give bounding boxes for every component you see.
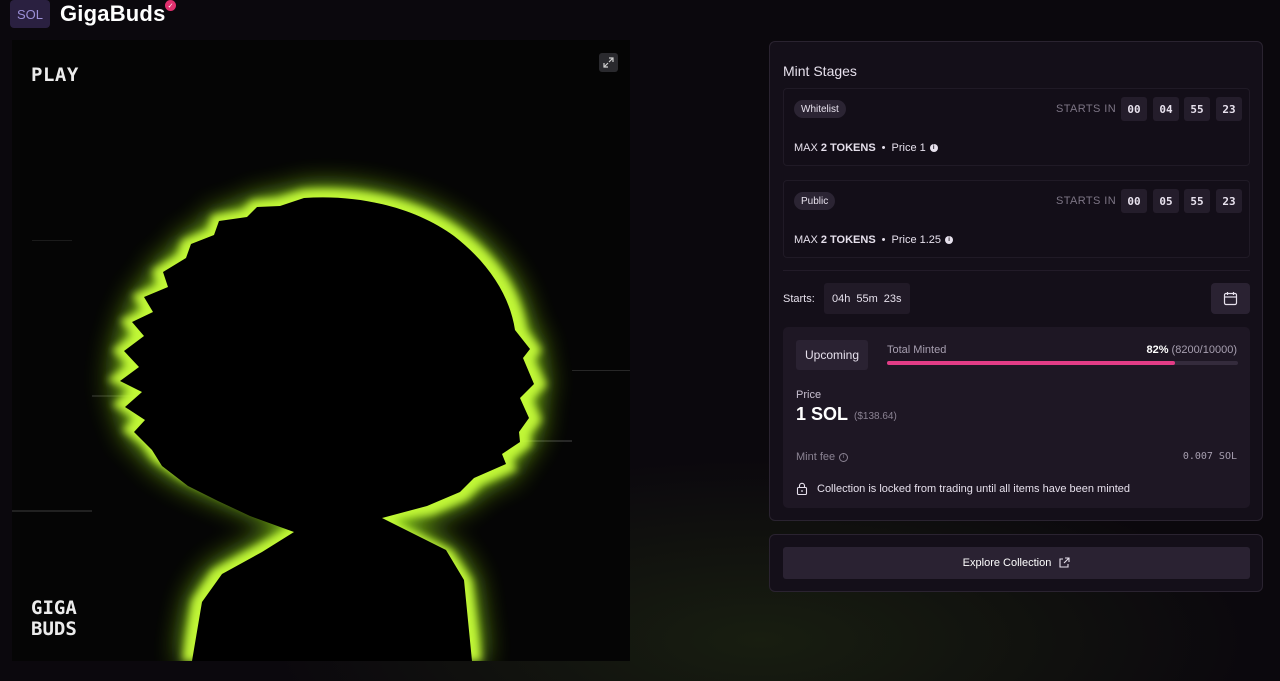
mint-fee-value: 0.007 SOL (1182, 451, 1237, 462)
explore-collection-button[interactable]: Explore Collection (783, 547, 1250, 579)
countdown-minutes: 55 (1184, 97, 1210, 121)
countdown-hours: 04 (1153, 97, 1179, 121)
status-badge: Upcoming (796, 340, 868, 370)
total-minted-label: Total Minted (887, 344, 947, 356)
starts-minutes: 55m (856, 292, 878, 305)
stage-public[interactable]: Public STARTS IN 00 05 55 23 MAX 2 TOKEN… (783, 180, 1250, 258)
info-icon[interactable]: i (945, 236, 954, 244)
artwork-image (12, 189, 630, 661)
countdown-seconds: 23 (1216, 97, 1242, 121)
info-icon[interactable]: i (839, 452, 849, 462)
minted-counts: (8200/10000) (1171, 344, 1237, 356)
countdown-seconds: 23 (1216, 189, 1242, 213)
lock-note-text: Collection is locked from trading until … (817, 482, 1131, 495)
logo-line-2: BUDS (31, 618, 77, 640)
max-prefix: MAX (794, 142, 818, 154)
max-tokens: 2 TOKENS (820, 142, 876, 154)
explore-label: Explore Collection (962, 557, 1052, 569)
lock-icon (796, 482, 808, 495)
play-label: PLAY (31, 64, 79, 86)
artwork-viewer[interactable]: PLAY GIGA BUDS (12, 40, 630, 661)
stage-whitelist[interactable]: Whitelist STARTS IN 00 04 55 23 MAX 2 TO… (783, 88, 1250, 166)
mint-panel: Mint Stages Whitelist STARTS IN 00 04 55… (769, 41, 1263, 521)
separator-dot: • (881, 142, 886, 154)
stage-price: Price 1 (891, 142, 926, 154)
starts-countdown: 04h 55m 23s (824, 283, 910, 314)
progress-fill (887, 361, 1175, 365)
progress-bar (887, 361, 1238, 365)
price-label: Price (796, 389, 822, 401)
artwork-logo: GIGA BUDS (31, 598, 77, 640)
logo-line-1: GIGA (31, 597, 77, 619)
stage-info: MAX 2 TOKENS • Price 1 i (794, 142, 938, 154)
lock-notice: Collection is locked from trading until … (796, 482, 1130, 495)
countdown-minutes: 55 (1184, 189, 1210, 213)
check-badge-icon: ✓ (165, 0, 176, 11)
header: SOL GigaBuds (10, 0, 166, 28)
calendar-button[interactable] (1211, 283, 1250, 314)
starts-in-label: STARTS IN (1056, 103, 1117, 115)
separator-dot: • (881, 234, 886, 246)
total-minted-value: 82% (8200/10000) (1146, 344, 1237, 356)
price-value: 1 SOL (796, 404, 849, 424)
price-usd: ($138.64) (854, 411, 897, 422)
max-prefix: MAX (794, 234, 818, 246)
expand-icon[interactable] (599, 53, 618, 72)
mint-fee-label: Mint fee i (796, 451, 849, 463)
explore-panel: Explore Collection (769, 534, 1263, 592)
starts-hours: 04h (832, 292, 851, 305)
starts-in-label: STARTS IN (1056, 195, 1117, 207)
stage-price: Price 1.25 (891, 234, 942, 246)
mint-stages-title: Mint Stages (783, 63, 857, 79)
minted-percent: 82% (1146, 344, 1169, 356)
countdown-days: 00 (1121, 97, 1147, 121)
countdown-days: 00 (1121, 189, 1147, 213)
external-link-icon (1059, 557, 1070, 568)
collection-title: GigaBuds (60, 1, 166, 26)
max-tokens: 2 TOKENS (820, 234, 876, 246)
stage-tag: Whitelist (794, 100, 846, 118)
mint-status-card: Upcoming Total Minted 82% (8200/10000) P… (783, 327, 1250, 508)
chain-badge[interactable]: SOL (10, 0, 50, 28)
starts-seconds: 23s (883, 292, 902, 305)
stage-tag: Public (794, 192, 836, 210)
stage-info: MAX 2 TOKENS • Price 1.25 i (794, 234, 954, 246)
starts-label: Starts: (783, 293, 815, 305)
fee-label-text: Mint fee (796, 451, 836, 463)
countdown-hours: 05 (1153, 189, 1179, 213)
info-icon[interactable]: i (929, 144, 938, 152)
calendar-icon (1223, 292, 1238, 306)
divider (783, 270, 1250, 271)
